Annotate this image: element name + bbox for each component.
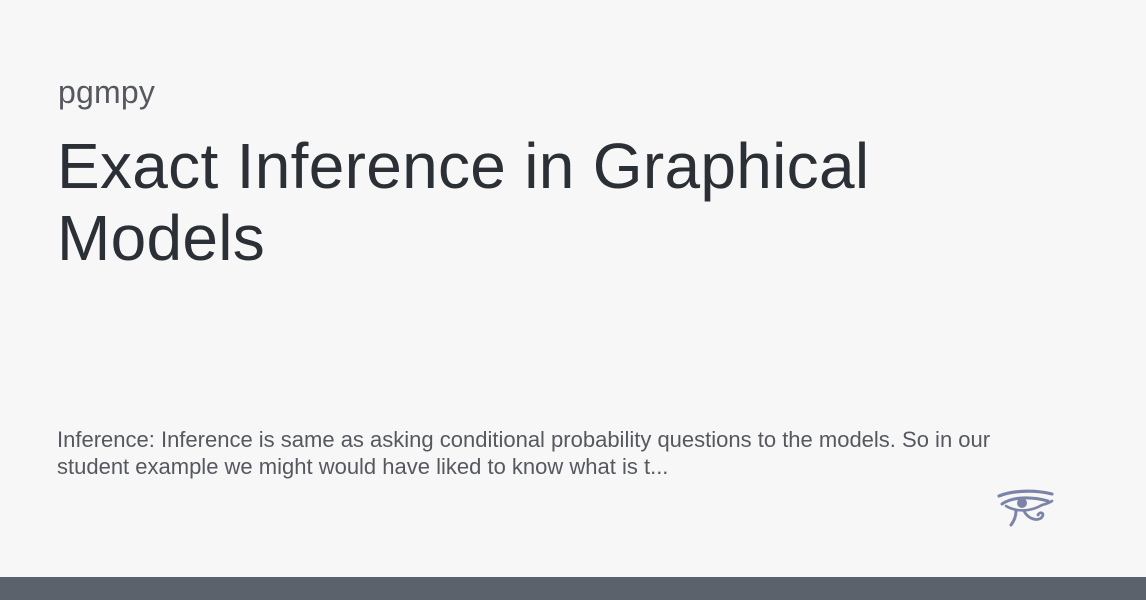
eye-of-horus-icon (996, 489, 1054, 531)
page-title: Exact Inference in Graphical Models (57, 130, 870, 274)
page-description: Inference: Inference is same as asking c… (57, 427, 991, 479)
site-name: pgmpy (58, 74, 156, 110)
preview-card: pgmpy Exact Inference in Graphical Model… (0, 0, 1146, 600)
bottom-bar (0, 577, 1146, 600)
